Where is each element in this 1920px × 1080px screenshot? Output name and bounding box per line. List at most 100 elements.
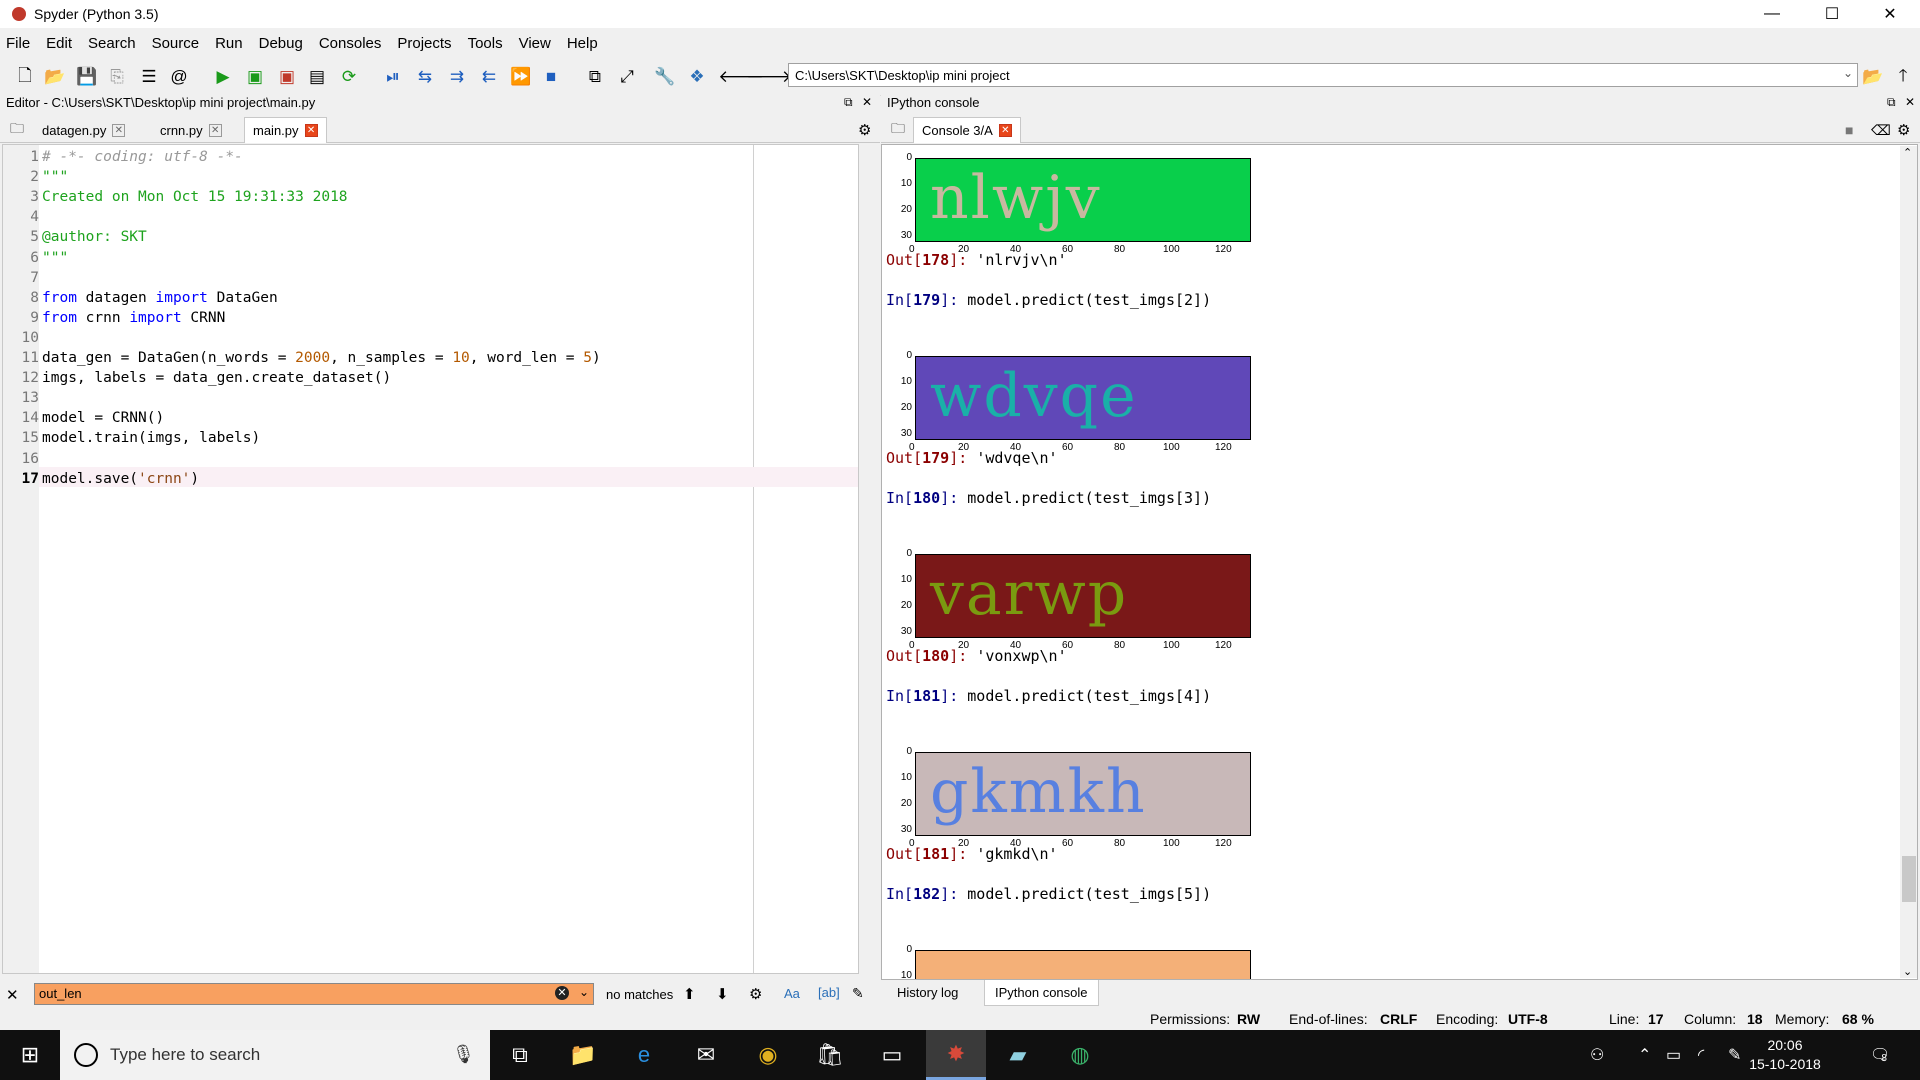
save-icon[interactable]: 💾 — [74, 64, 100, 90]
edge-browser-icon[interactable]: e — [614, 1030, 674, 1080]
step-return-icon[interactable]: ⇇ — [476, 64, 502, 90]
stop-icon[interactable]: ■ — [538, 64, 564, 90]
maximize-button[interactable]: ☐ — [1804, 0, 1860, 28]
run-cell-advance-icon[interactable]: ▣ — [274, 64, 300, 90]
browse-tabs-icon[interactable]: 🗀 — [2, 117, 32, 143]
tab-crnn[interactable]: crnn.py ✕ — [152, 117, 230, 143]
task-view-icon[interactable]: ⧉ — [490, 1030, 550, 1080]
notes-app-icon[interactable]: ▰ — [988, 1030, 1048, 1080]
menu-debug[interactable]: Debug — [259, 35, 303, 52]
menu-source[interactable]: Source — [152, 35, 200, 52]
file-explorer-icon[interactable]: 📁 — [553, 1030, 613, 1080]
close-tab-icon[interactable]: ✕ — [304, 124, 318, 137]
anaconda-icon[interactable]: ◍ — [1050, 1030, 1110, 1080]
spyder-taskbar-icon[interactable]: ✸ — [926, 1030, 986, 1080]
highlight-matches-icon[interactable]: ✎ — [852, 985, 864, 1002]
taskbar-clock[interactable]: 20:06 15-10-2018 — [1735, 1036, 1835, 1074]
run-selection-icon[interactable]: ▤ — [304, 64, 330, 90]
whole-word-icon[interactable]: [ab] — [818, 985, 840, 1000]
menu-edit[interactable]: Edit — [46, 35, 72, 52]
run-icon[interactable]: ▶ — [210, 64, 236, 90]
tab-history-log[interactable]: History log — [887, 980, 968, 1006]
tab-ipython-console[interactable]: IPython console — [984, 980, 1099, 1006]
ipython-console[interactable]: 0 10 20 30 nlwjv 0 20 40 60 80 100 120 Out[178]: 'nl… — [881, 144, 1918, 980]
find-input[interactable]: out_len ✕ ⌄ — [34, 983, 594, 1005]
python-path-icon[interactable]: ❖ — [684, 64, 710, 90]
people-icon[interactable]: ⚇ — [1590, 1030, 1604, 1080]
line-number: 7 — [30, 269, 39, 286]
close-find-icon[interactable]: ✕ — [6, 986, 19, 1004]
close-button[interactable]: ✕ — [1862, 0, 1918, 28]
forward-arrow-icon[interactable]: 🡒 — [746, 64, 792, 90]
chevron-down-icon[interactable]: ⌄ — [1843, 66, 1853, 80]
menu-help[interactable]: Help — [567, 35, 598, 52]
preferences-wrench-icon[interactable]: 🔧 — [652, 64, 678, 90]
console-scroll-thumb[interactable] — [1902, 856, 1916, 902]
stop-kernel-icon[interactable]: ■ — [1837, 117, 1861, 143]
close-tab-icon[interactable]: ✕ — [998, 124, 1012, 137]
outline-icon[interactable]: ☰ — [136, 64, 162, 90]
terminal-icon[interactable]: ▭ — [862, 1030, 922, 1080]
maximize-pane-icon[interactable]: ⧉ — [582, 64, 608, 90]
wifi-icon[interactable]: ◜ — [1698, 1030, 1704, 1080]
tab-console-3a[interactable]: Console 3/A ✕ — [913, 117, 1021, 143]
tab-datagen[interactable]: datagen.py ✕ — [34, 117, 133, 143]
browse-folder-icon[interactable]: 📂 — [1860, 64, 1886, 90]
store-icon[interactable]: 🛍 — [800, 1030, 860, 1080]
code-line: Created on Mon Oct 15 19:31:33 2018 — [42, 189, 348, 206]
step-into-icon[interactable]: ⇉ — [444, 64, 470, 90]
new-file-icon[interactable]: 🗋 — [12, 64, 38, 90]
notification-count: 8 — [1881, 1052, 1887, 1064]
find-next-icon[interactable]: ⬇ — [716, 985, 729, 1003]
run-cell-icon[interactable]: ▣ — [242, 64, 268, 90]
menu-search[interactable]: Search — [88, 35, 136, 52]
scroll-up-icon[interactable]: ⌃ — [1903, 146, 1912, 159]
tray-chevron-up-icon[interactable]: ⌃ — [1638, 1030, 1651, 1080]
console-scrollbar[interactable]: ⌃ ⌄ — [1900, 146, 1917, 978]
notification-icon[interactable]: 🗨 8 — [1870, 1030, 1890, 1080]
taskbar-search[interactable]: Type here to search 🎙 — [60, 1030, 490, 1080]
close-tab-icon[interactable]: ✕ — [208, 123, 222, 137]
gear-icon[interactable]: ⚙ — [850, 117, 879, 143]
debug-icon[interactable]: ⏯ — [380, 64, 406, 90]
menu-projects[interactable]: Projects — [397, 35, 451, 52]
find-options-gear-icon[interactable]: ⚙ — [749, 985, 762, 1003]
battery-icon[interactable]: ▭ — [1666, 1030, 1681, 1080]
mail-icon[interactable]: ✉ — [676, 1030, 736, 1080]
parent-directory-icon[interactable]: 🡑 — [1890, 64, 1916, 90]
undock-icon[interactable]: ⧉ — [1887, 95, 1896, 110]
gear-icon[interactable]: ⚙ — [1889, 117, 1918, 143]
windows-start-icon[interactable]: ⊞ — [0, 1030, 60, 1080]
fullscreen-icon[interactable]: ⤢ — [614, 64, 640, 90]
continue-icon[interactable]: ⏩ — [508, 64, 534, 90]
close-tab-icon[interactable]: ✕ — [112, 123, 126, 137]
menu-run[interactable]: Run — [215, 35, 243, 52]
working-directory-combo[interactable]: C:\Users\SKT\Desktop\ip mini project ⌄ — [788, 63, 1858, 87]
x-tick-label: 60 — [1062, 442, 1074, 453]
browse-tabs-icon[interactable]: 🗀 — [883, 117, 913, 143]
open-folder-icon[interactable]: 📂 — [42, 64, 68, 90]
at-icon[interactable]: @ — [166, 64, 192, 90]
chrome-icon[interactable]: ◉ — [738, 1030, 798, 1080]
clear-find-icon[interactable]: ✕ — [555, 986, 569, 1000]
undock-icon[interactable]: ⧉ — [844, 95, 853, 110]
step-icon[interactable]: ⇆ — [412, 64, 438, 90]
menu-tools[interactable]: Tools — [468, 35, 503, 52]
x-tick-label: 100 — [1163, 442, 1180, 453]
close-pane-icon[interactable]: ✕ — [862, 95, 872, 109]
tab-main[interactable]: main.py ✕ — [244, 117, 327, 143]
menu-file[interactable]: File — [6, 35, 30, 52]
code-editor[interactable]: 1 # -*- coding: utf-8 -*- 2 """ 3 Created on … — [2, 144, 859, 974]
menu-view[interactable]: View — [519, 35, 551, 52]
save-all-icon[interactable]: ⎘ — [104, 64, 130, 90]
find-previous-icon[interactable]: ⬆ — [683, 985, 696, 1003]
case-sensitive-icon[interactable]: Aa — [784, 986, 800, 1001]
scroll-down-icon[interactable]: ⌄ — [1903, 965, 1912, 978]
plot-image — [915, 950, 1251, 979]
microphone-icon[interactable]: 🎙 — [452, 1044, 475, 1065]
rerun-icon[interactable]: ⟳ — [336, 64, 362, 90]
minimize-button[interactable]: — — [1744, 0, 1800, 28]
close-pane-icon[interactable]: ✕ — [1905, 95, 1915, 109]
chevron-down-icon[interactable]: ⌄ — [579, 985, 589, 999]
menu-consoles[interactable]: Consoles — [319, 35, 382, 52]
